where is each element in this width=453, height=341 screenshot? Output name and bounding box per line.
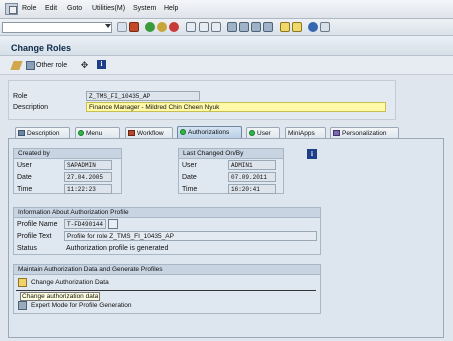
change-authorization-icon[interactable] xyxy=(18,278,27,287)
page-title: Change Roles xyxy=(11,43,72,53)
first-page-icon[interactable] xyxy=(227,22,237,32)
expert-mode-button[interactable]: Expert Mode for Profile Generation xyxy=(31,302,131,309)
hierarchy-icon[interactable]: ✥ xyxy=(80,61,89,70)
status-label: Status xyxy=(17,245,37,252)
cancel-icon[interactable] xyxy=(169,22,179,32)
menu-help[interactable]: Help xyxy=(164,5,178,12)
tab-authorizations[interactable]: Authorizations xyxy=(177,126,242,138)
changed-time-label: Time xyxy=(182,186,198,193)
created-time-label: Time xyxy=(17,186,33,193)
menu-bar: Role Edit Goto Utilities(M) System Help xyxy=(0,0,453,19)
workflow-icon xyxy=(128,130,135,136)
info-icon[interactable]: i xyxy=(97,60,106,69)
menu-role[interactable]: Role xyxy=(22,5,36,12)
last-page-icon[interactable] xyxy=(263,22,273,32)
tooltip: Change authorization data xyxy=(20,292,101,301)
profile-text-label: Profile Text xyxy=(17,233,52,240)
status-green-icon xyxy=(78,130,84,136)
created-user-label: User xyxy=(17,162,32,169)
role-header-panel xyxy=(8,80,396,120)
change-authorization-button[interactable]: Change Authorization Data xyxy=(31,279,109,286)
changed-user-field: ADMIN1 xyxy=(228,160,276,170)
find-icon[interactable] xyxy=(199,22,209,32)
profile-name-label: Profile Name xyxy=(17,221,58,228)
status-value: Authorization profile is generated xyxy=(66,245,169,252)
created-date-field: 27.04.2005 xyxy=(64,172,112,182)
role-label: Role xyxy=(13,93,28,100)
tab-workflow[interactable]: Workflow xyxy=(125,127,173,138)
changed-date-field: 07.09.2011 xyxy=(228,172,276,182)
enter-icon[interactable] xyxy=(117,22,127,32)
tab-personalization[interactable]: Personalization xyxy=(330,127,399,138)
tab-menu[interactable]: Menu xyxy=(75,127,120,138)
help-icon[interactable] xyxy=(308,22,318,32)
created-time-field: 11:22:23 xyxy=(64,184,112,194)
last-changed-title: Last Changed On/By xyxy=(179,149,283,159)
status-green-icon xyxy=(180,129,186,135)
tab-miniapps[interactable]: MiniApps xyxy=(285,127,326,138)
previous-page-icon[interactable] xyxy=(239,22,249,32)
profile-name-field: T-FD490144 xyxy=(64,219,106,229)
tab-description[interactable]: Description xyxy=(15,127,70,138)
maintain-title: Maintain Authorization Data and Generate… xyxy=(14,265,320,275)
back-icon[interactable] xyxy=(145,22,155,32)
menu-utilities[interactable]: Utilities(M) xyxy=(92,5,125,12)
created-by-title: Created by xyxy=(14,149,121,159)
tab-user[interactable]: User xyxy=(246,127,280,138)
expert-mode-icon[interactable] xyxy=(18,301,27,310)
other-role-icon[interactable] xyxy=(26,61,35,70)
changed-date-label: Date xyxy=(182,174,197,181)
find-next-icon[interactable] xyxy=(211,22,221,32)
layout-menu-icon[interactable] xyxy=(320,22,330,32)
description-label: Description xyxy=(13,104,49,111)
menu-system[interactable]: System xyxy=(133,5,156,12)
print-icon[interactable] xyxy=(186,22,196,32)
menu-edit[interactable]: Edit xyxy=(45,5,57,12)
profile-text-field: Profile for role Z_TMS_FI_10435_AP xyxy=(64,231,317,241)
create-session-icon[interactable] xyxy=(280,22,290,32)
description-icon xyxy=(18,130,25,136)
command-dropdown-icon[interactable] xyxy=(105,24,111,28)
info-icon[interactable]: i xyxy=(307,149,317,159)
exit-icon[interactable] xyxy=(157,22,167,32)
application-toolbar xyxy=(0,56,453,75)
profile-detail-icon[interactable] xyxy=(108,219,118,229)
next-page-icon[interactable] xyxy=(251,22,261,32)
separator xyxy=(16,290,316,291)
personalization-icon xyxy=(333,130,340,136)
shortcut-icon[interactable] xyxy=(292,22,302,32)
auth-profile-title: Information About Authorization Profile xyxy=(14,208,320,218)
status-green-icon xyxy=(249,130,255,136)
changed-user-label: User xyxy=(182,162,197,169)
other-role-button[interactable]: Other role xyxy=(36,62,67,69)
sap-window-icon[interactable] xyxy=(5,3,18,15)
save-icon[interactable] xyxy=(129,22,139,32)
menu-goto[interactable]: Goto xyxy=(67,5,82,12)
command-field[interactable] xyxy=(2,22,112,33)
changed-time-field: 16:20:41 xyxy=(228,184,276,194)
description-field[interactable]: Finance Manager - Mildred Chin Cheen Nyu… xyxy=(86,102,386,112)
created-user-field: SAPADMIN xyxy=(64,160,112,170)
role-field: Z_TMS_FI_10435_AP xyxy=(86,91,200,101)
created-date-label: Date xyxy=(17,174,32,181)
